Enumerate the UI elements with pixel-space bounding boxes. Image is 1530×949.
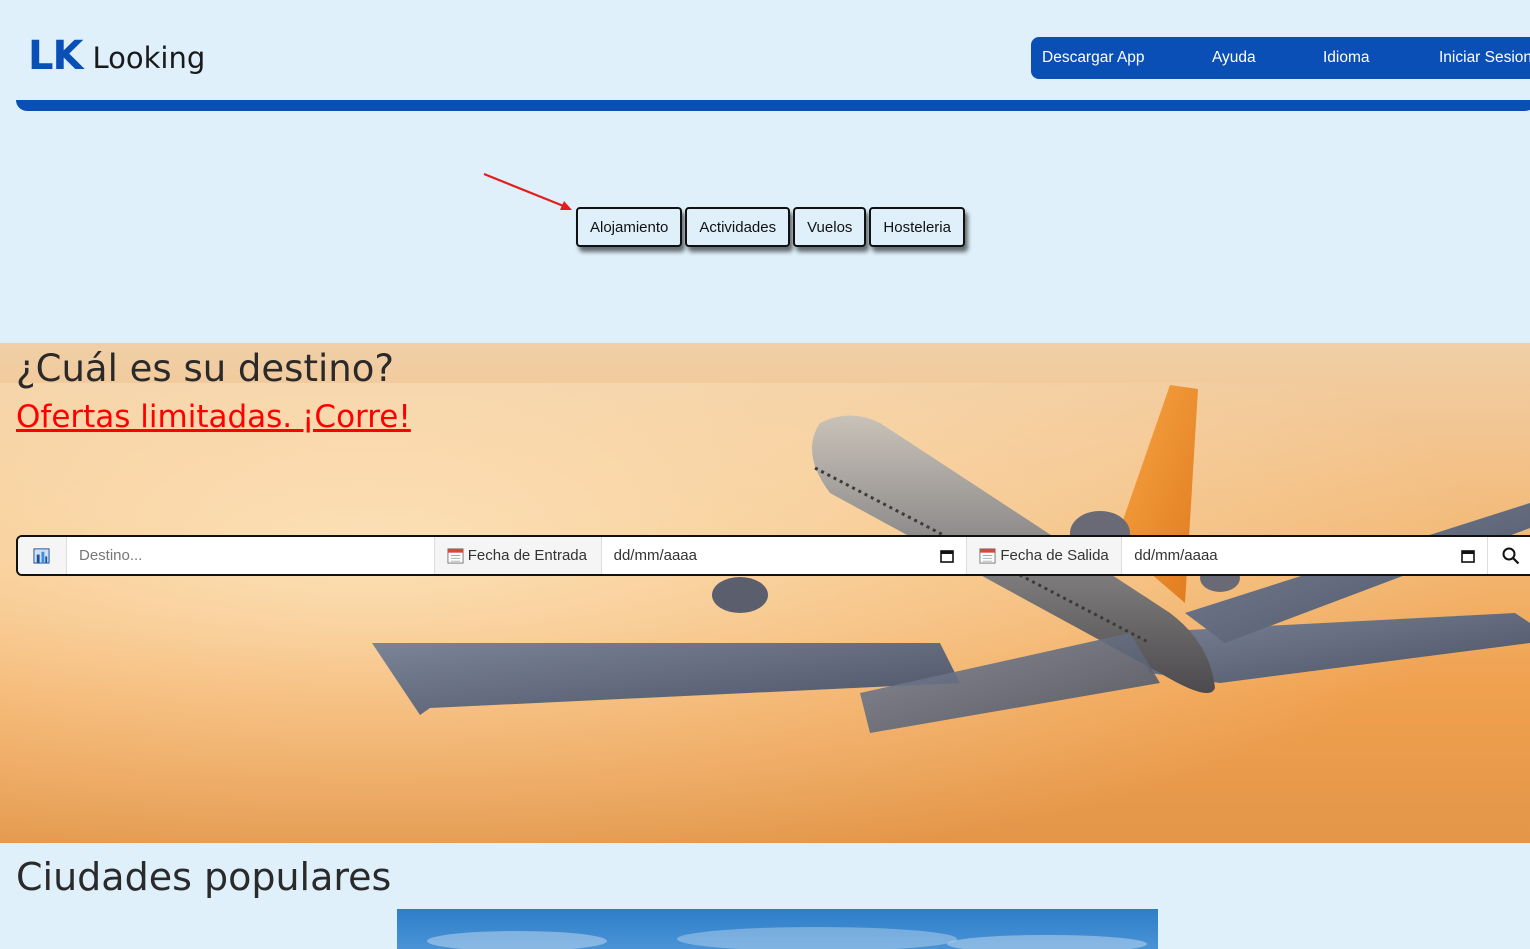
destination-input[interactable] <box>66 537 434 574</box>
city-sky-image <box>427 927 1147 949</box>
search-bar: Fecha de Entrada dd/mm/aaaa Fecha de Sal… <box>16 535 1530 576</box>
checkin-label: Fecha de Entrada <box>467 547 587 564</box>
hero-banner: ¿Cuál es su destino? Ofertas limitadas. … <box>0 343 1530 843</box>
top-nav: Descargar App Ayuda Idioma Iniciar Sesio… <box>1031 37 1530 79</box>
calendar-picker-icon[interactable] <box>1461 549 1475 563</box>
destination-cell <box>66 537 435 574</box>
nav-login[interactable]: Iniciar Sesion <box>1439 49 1530 67</box>
logo[interactable]: LK Looking <box>28 30 205 80</box>
checkout-date-value: dd/mm/aaaa <box>1134 547 1218 564</box>
destination-addon <box>18 537 67 574</box>
nav-help[interactable]: Ayuda <box>1212 49 1256 67</box>
checkout-date-field[interactable]: dd/mm/aaaa <box>1122 537 1489 574</box>
logo-text: Looking <box>92 41 206 75</box>
hero-title: ¿Cuál es su destino? <box>16 347 394 390</box>
header-divider <box>16 100 1530 111</box>
annotation-arrow-icon <box>483 172 572 210</box>
checkin-date-value: dd/mm/aaaa <box>613 547 697 564</box>
checkin-addon: Fecha de Entrada <box>434 537 602 574</box>
category-tabs: Alojamiento Actividades Vuelos Hosteleri… <box>576 207 965 247</box>
building-icon <box>33 548 51 564</box>
site-header: LK Looking Descargar App Ayuda Idioma In… <box>16 0 1530 111</box>
nav-download-app[interactable]: Descargar App <box>1042 49 1145 67</box>
calendar-icon <box>447 548 464 564</box>
search-button[interactable] <box>1488 537 1530 574</box>
calendar-icon <box>979 548 996 564</box>
checkin-date-field[interactable]: dd/mm/aaaa <box>602 537 968 574</box>
popular-cities-title: Ciudades populares <box>16 855 392 899</box>
calendar-picker-icon[interactable] <box>940 549 955 563</box>
nav-language[interactable]: Idioma <box>1323 49 1370 67</box>
search-icon <box>1502 547 1520 564</box>
city-image[interactable] <box>397 909 1158 949</box>
checkout-label: Fecha de Salida <box>1000 547 1109 564</box>
tab-actividades[interactable]: Actividades <box>685 207 791 247</box>
checkout-addon: Fecha de Salida <box>967 537 1123 574</box>
offers-link[interactable]: Ofertas limitadas. ¡Corre! <box>16 399 411 435</box>
tab-alojamiento[interactable]: Alojamiento <box>576 207 683 247</box>
logo-mark: LK <box>28 33 83 79</box>
tab-hosteleria[interactable]: Hosteleria <box>869 207 965 247</box>
tab-vuelos[interactable]: Vuelos <box>793 207 867 247</box>
